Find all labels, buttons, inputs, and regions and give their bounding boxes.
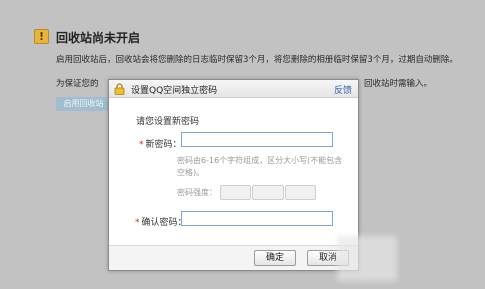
confirm-password-input[interactable] [181,211,333,226]
blur-overlay [337,236,397,281]
confirm-password-label: * 确认密码： [135,215,187,228]
new-password-label-text: 新密码： [145,140,182,150]
exclamation-icon: ! [34,29,49,44]
new-password-label: * 新密码： [139,137,182,150]
lock-icon [114,83,125,95]
required-mark: * [139,140,144,150]
dialog-title: 设置QQ空间独立密码 [131,86,218,96]
strength-segment [252,185,284,200]
set-password-dialog: 设置QQ空间独立密码 反馈 请您设置新密码 * 新密码： 密码由6-16个字符组成… [108,79,359,271]
security-note-start: 为保证您的 [56,79,99,89]
enable-recycle-button[interactable]: 启用回收站 [56,97,111,111]
dialog-body: 请您设置新密码 * 新密码： 密码由6-16个字符组成，区分大小写(不能包含空格)… [109,99,358,245]
ok-button[interactable]: 确定 [254,250,296,266]
strength-meter [220,185,317,200]
dialog-header: 设置QQ空间独立密码 反馈 [109,80,358,98]
required-mark: * [135,218,140,228]
strength-segment [220,185,252,200]
page-title: 回收站尚未开启 [56,31,141,45]
confirm-password-label-text: 确认密码： [141,218,187,228]
strength-label: 密码强度： [177,188,217,197]
recycle-description: 启用回收站后，回收站会将您删除的日志临时保留3个月，将您删除的相册临时保留3个月… [56,55,458,65]
feedback-link[interactable]: 反馈 [334,83,352,96]
password-hint: 密码由6-16个字符组成，区分大小写(不能包含空格)。 [177,156,343,177]
new-password-input[interactable] [181,132,333,147]
security-note-end: 回收站时需输入。 [364,79,433,89]
strength-segment [284,185,316,200]
section-title: 请您设置新密码 [136,117,200,127]
dialog-footer: 确定 取消 [109,245,358,270]
